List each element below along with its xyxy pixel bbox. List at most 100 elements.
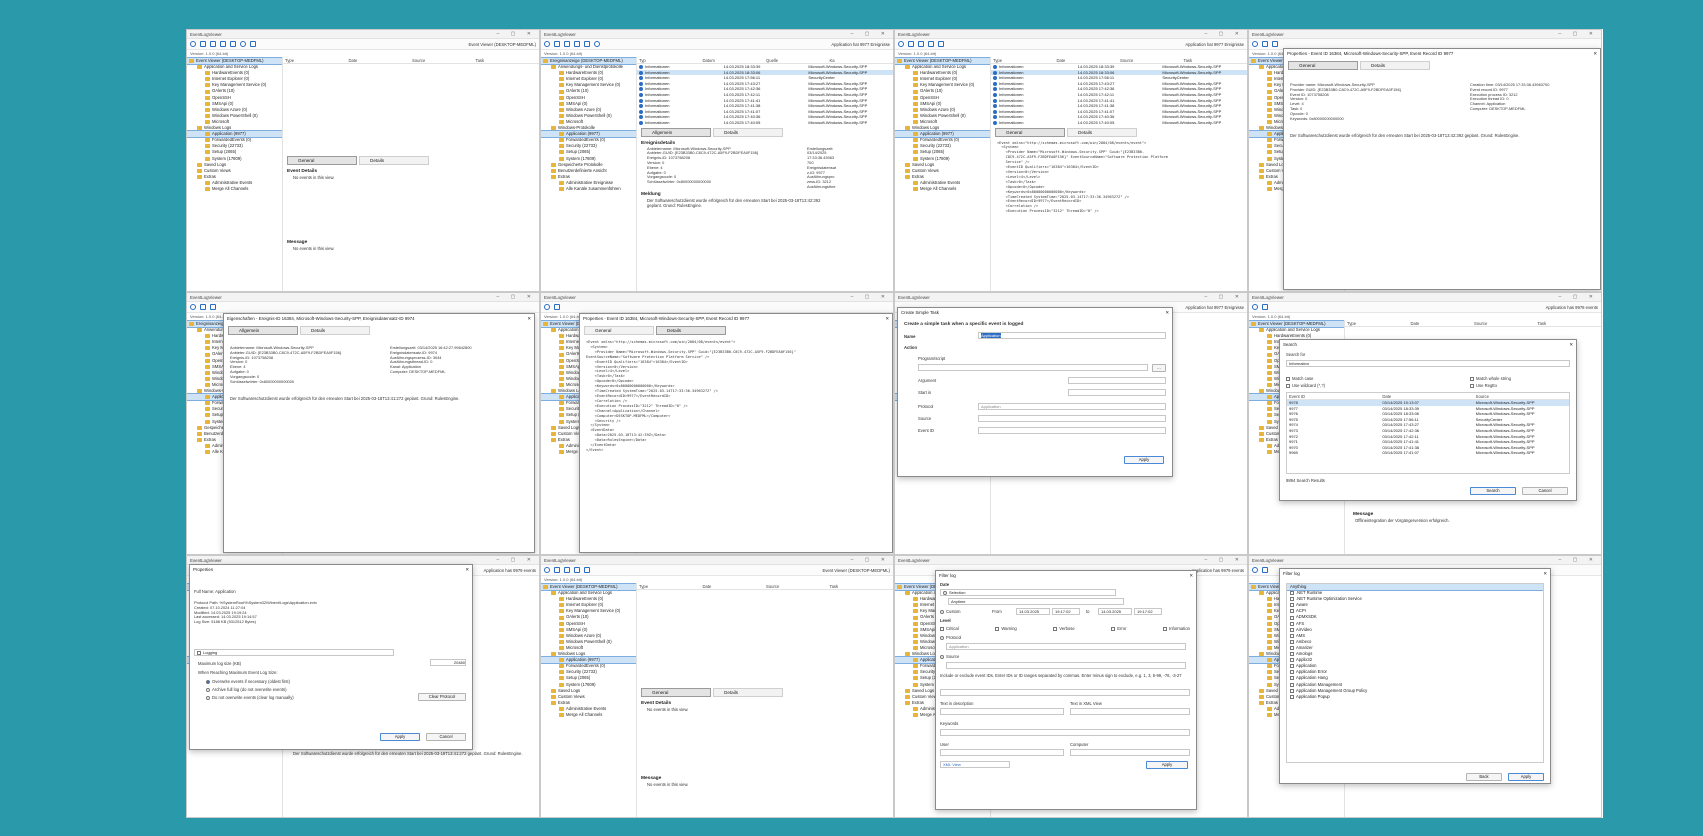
- folder-icon[interactable]: [908, 41, 914, 47]
- window-controls[interactable]: – ▢ ✕: [1559, 31, 1598, 37]
- refresh-icon[interactable]: [240, 41, 246, 47]
- protocol-radio[interactable]: Protocol: [940, 635, 961, 640]
- column-header[interactable]: Task: [830, 584, 894, 589]
- column-header[interactable]: Ka: [830, 58, 894, 63]
- back-icon[interactable]: [1252, 567, 1258, 573]
- close-icon[interactable]: ✕: [1593, 51, 1597, 57]
- xml-view-toggle[interactable]: XML View: [940, 761, 1010, 768]
- back-icon[interactable]: [190, 41, 196, 47]
- column-header[interactable]: Source: [1474, 321, 1538, 326]
- folder-icon[interactable]: [1262, 567, 1268, 573]
- regex-checkbox[interactable]: Use RegEx: [1470, 383, 1497, 388]
- custom-radio[interactable]: Custom: [940, 609, 960, 614]
- tree-node[interactable]: Merge All Channels: [895, 186, 990, 192]
- apply-button[interactable]: Apply: [1146, 761, 1188, 769]
- folder-icon[interactable]: [554, 304, 560, 310]
- to-date[interactable]: 14.03.2025: [1098, 608, 1132, 615]
- source-radio[interactable]: Source: [940, 654, 959, 659]
- column-header[interactable]: Date: [349, 58, 413, 63]
- apply-button[interactable]: Apply: [1508, 773, 1544, 781]
- match-whole-checkbox[interactable]: Match whole string: [1470, 376, 1511, 381]
- window-controls[interactable]: – ▢ ✕: [497, 557, 536, 563]
- folder-icon[interactable]: [554, 41, 560, 47]
- match-case-checkbox[interactable]: Match case: [1286, 376, 1313, 381]
- folder-icon[interactable]: [200, 41, 206, 47]
- export-icon[interactable]: [250, 41, 256, 47]
- anytime-select[interactable]: Anytime: [948, 598, 1124, 605]
- search-result-row[interactable]: 9969 03/14/2025 17:41:07 Microsoft-Windows…: [1287, 450, 1569, 456]
- name-input[interactable]: Application: [978, 332, 1166, 339]
- tab-details[interactable]: Details: [713, 688, 783, 697]
- level-checkbox[interactable]: Error: [1111, 626, 1127, 631]
- folder-icon[interactable]: [1262, 304, 1268, 310]
- wildcard-checkbox[interactable]: Use wildcard (*,?): [1286, 383, 1325, 388]
- close-icon[interactable]: ✕: [465, 567, 469, 573]
- column-header[interactable]: Quelle: [766, 58, 830, 63]
- refresh-icon[interactable]: [594, 41, 600, 47]
- argument-input[interactable]: [1068, 377, 1166, 384]
- window-controls[interactable]: – ▢ ✕: [1559, 294, 1598, 300]
- search-icon[interactable]: [928, 41, 934, 47]
- tree-node[interactable]: Merge All Channels: [541, 712, 636, 718]
- tab-details[interactable]: Details: [300, 326, 370, 335]
- protocol-select[interactable]: Application: [978, 403, 1166, 410]
- back-icon[interactable]: [898, 41, 904, 47]
- window-controls[interactable]: – ▢ ✕: [1559, 557, 1598, 563]
- overwrite-radio[interactable]: Overwrite events if necessary (oldest fi…: [206, 679, 290, 684]
- filter-icon[interactable]: [230, 41, 236, 47]
- column-header[interactable]: Date: [1057, 58, 1121, 63]
- column-header[interactable]: Datum: [703, 58, 767, 63]
- level-checkbox[interactable]: Verbose: [1053, 626, 1075, 631]
- logging-checkbox[interactable]: Logging: [194, 649, 394, 656]
- column-header[interactable]: Source: [412, 58, 476, 63]
- apply-button[interactable]: Apply: [1124, 456, 1164, 464]
- save-icon[interactable]: [918, 41, 924, 47]
- column-header[interactable]: Task: [1538, 321, 1602, 326]
- text-desc-input[interactable]: [940, 708, 1064, 715]
- tab-details[interactable]: Details: [713, 127, 783, 137]
- tab-details[interactable]: Details: [359, 156, 429, 165]
- tab-details[interactable]: Details: [1360, 61, 1430, 70]
- close-icon[interactable]: ✕: [885, 316, 889, 322]
- close-icon[interactable]: ✕: [1165, 310, 1169, 316]
- table-row[interactable]: Informationen 14.03.2025 17:40:05 Microsof…: [637, 120, 893, 126]
- source-select[interactable]: [946, 662, 1186, 669]
- tab-general[interactable]: General: [287, 156, 357, 165]
- ids-input[interactable]: [940, 689, 1190, 696]
- folder-icon[interactable]: [200, 304, 206, 310]
- tab-general[interactable]: General: [584, 326, 654, 335]
- from-time[interactable]: 19:17:02: [1052, 608, 1080, 615]
- back-icon[interactable]: [1252, 41, 1258, 47]
- browse-button[interactable]: ...: [1152, 364, 1166, 372]
- save-icon[interactable]: [210, 41, 216, 47]
- column-header[interactable]: Source: [1120, 58, 1184, 63]
- column-header[interactable]: Typ: [639, 58, 703, 63]
- column-header[interactable]: Type: [1347, 321, 1411, 326]
- window-controls[interactable]: – ▢ ✕: [851, 31, 890, 37]
- window-controls[interactable]: – ▢ ✕: [851, 557, 890, 563]
- column-header[interactable]: Date: [1411, 321, 1475, 326]
- window-controls[interactable]: – ▢ ✕: [1205, 31, 1244, 37]
- column-header[interactable]: Type: [993, 58, 1057, 63]
- filter-icon[interactable]: [584, 41, 590, 47]
- save-icon[interactable]: [1272, 41, 1278, 47]
- archive-radio[interactable]: Archive full log (do not overwrite event…: [206, 687, 286, 692]
- back-icon[interactable]: [190, 304, 196, 310]
- close-icon[interactable]: ✕: [1569, 342, 1573, 348]
- filter-icon[interactable]: [584, 567, 590, 573]
- text-xml-input[interactable]: [1070, 708, 1190, 715]
- back-button[interactable]: Back: [1466, 773, 1502, 781]
- window-controls[interactable]: – ▢ ✕: [497, 294, 536, 300]
- source-item[interactable]: Application Popup: [1287, 694, 1543, 700]
- save-icon[interactable]: [564, 41, 570, 47]
- cancel-button[interactable]: Cancel: [426, 733, 466, 741]
- back-icon[interactable]: [544, 41, 550, 47]
- search-input[interactable]: Information: [1286, 360, 1570, 367]
- tab-general[interactable]: Allgemein: [228, 326, 298, 335]
- manual-radio[interactable]: Do not overwrite events (clear log manua…: [206, 695, 294, 700]
- column-header[interactable]: Event ID: [1289, 394, 1382, 399]
- close-icon[interactable]: ✕: [1189, 573, 1193, 579]
- from-date[interactable]: 14.03.2025: [1016, 608, 1050, 615]
- apply-button[interactable]: Apply: [380, 733, 420, 741]
- back-icon[interactable]: [1252, 304, 1258, 310]
